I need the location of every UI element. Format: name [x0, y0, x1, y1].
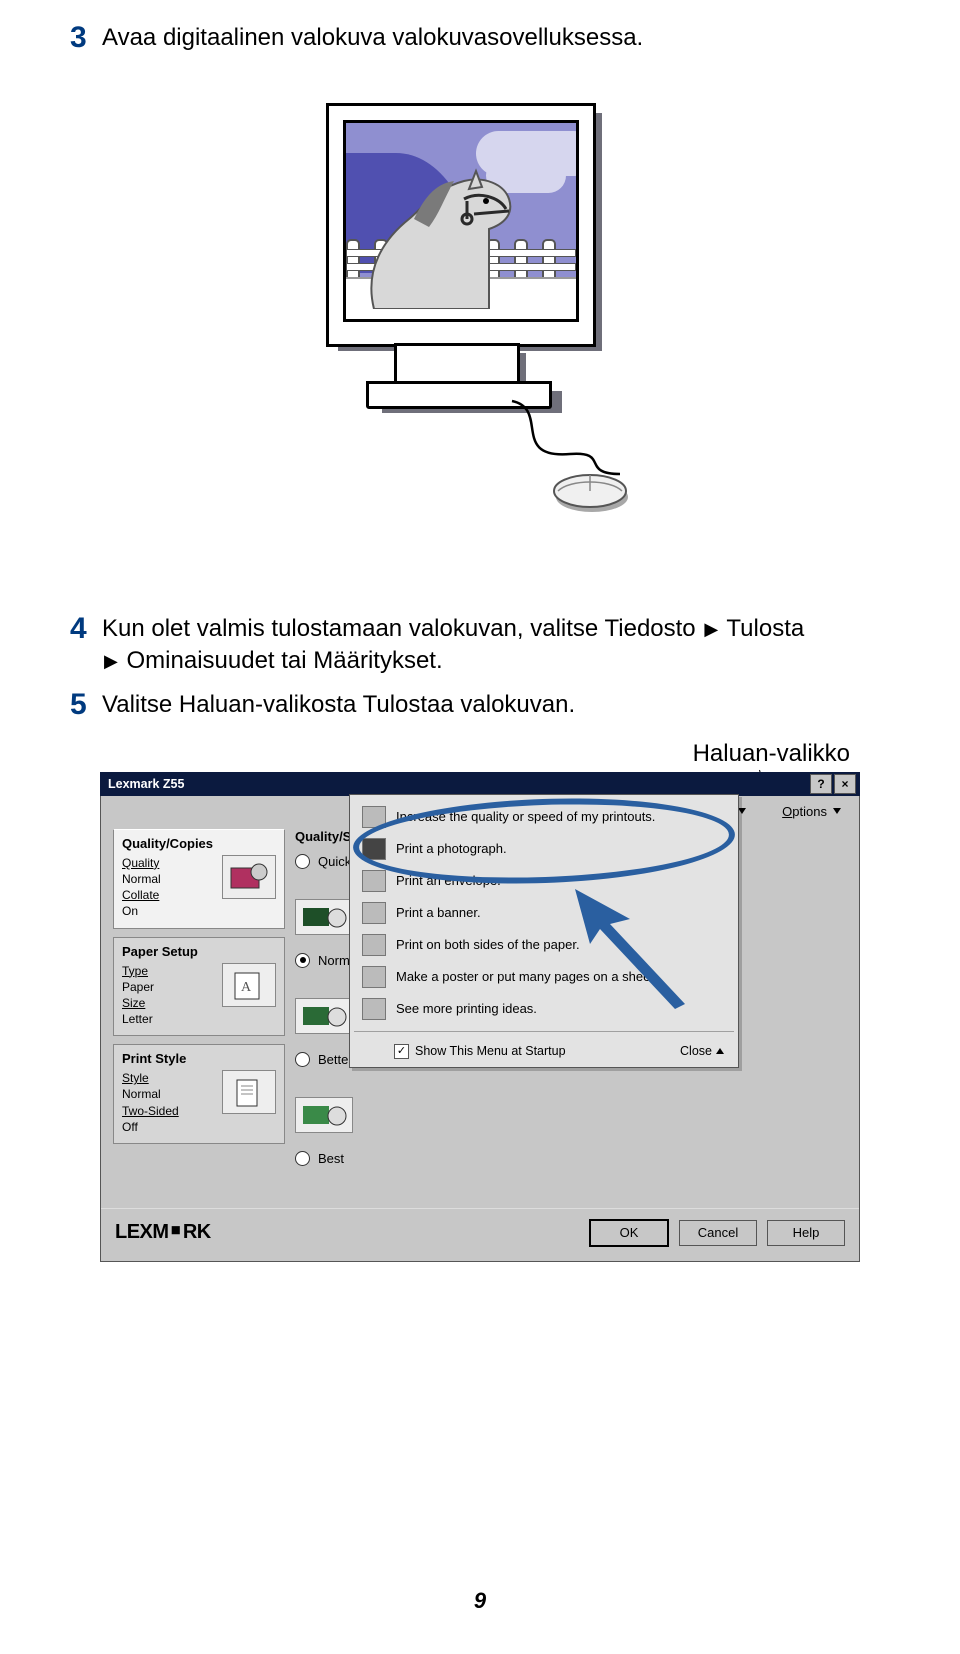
popup-item-poster[interactable]: Make a poster or put many pages on a she… — [354, 961, 734, 993]
horse-image-icon — [354, 159, 534, 309]
popup-separator — [354, 1031, 734, 1032]
radio-icon — [295, 854, 310, 869]
svg-text:A: A — [241, 980, 252, 995]
i-want-to-popup: Increase the quality or speed of my prin… — [349, 794, 739, 1068]
popup-item-photograph[interactable]: Print a photograph. — [354, 833, 734, 865]
page-number: 9 — [0, 1588, 960, 1614]
ok-button[interactable]: OK — [589, 1219, 669, 1247]
popup-item-label: Print a banner. — [396, 905, 481, 920]
step-3: 3 Avaa digitaalinen valokuva valokuvasov… — [70, 18, 890, 59]
speed-thumb-1-icon — [295, 899, 353, 935]
speed-thumb-2-icon — [295, 998, 353, 1034]
popup-item-label: See more printing ideas. — [396, 1001, 537, 1016]
monitor-icon — [326, 103, 596, 347]
popup-item-label: Increase the quality or speed of my prin… — [396, 809, 655, 824]
step-5: 5 Valitse Haluan-valikosta Tulostaa valo… — [70, 685, 890, 726]
popup-item-label: Print on both sides of the paper. — [396, 937, 580, 952]
style-thumb-icon — [222, 1070, 276, 1114]
popup-item-label: Make a poster or put many pages on a she… — [396, 969, 658, 984]
tab-paper-title: Paper Setup — [122, 944, 276, 959]
step-4: 4 Kun olet valmis tulostamaan valokuvan,… — [70, 609, 890, 678]
help-titlebar-button[interactable]: ? — [810, 774, 832, 794]
collate-field-value: On — [122, 903, 161, 919]
popup-show-label: Show This Menu at Startup — [415, 1044, 566, 1058]
help-button[interactable]: Help — [767, 1220, 845, 1246]
radio-best[interactable]: Best — [295, 1151, 344, 1166]
popup-close-button[interactable]: Close — [680, 1044, 724, 1058]
step-5-number: 5 — [70, 685, 92, 726]
step-4-text-a: Kun olet valmis tulostamaan valokuvan, v… — [102, 615, 696, 642]
lexmark-logo: LEXM◆RK — [115, 1221, 211, 1244]
close-titlebar-button[interactable]: × — [834, 774, 856, 794]
multiple-copies-column: Multiple Collate Copies: Print Color Ima… — [505, 829, 665, 1196]
collate-field-label: Collate — [122, 887, 161, 903]
step-4-text: Kun olet valmis tulostamaan valokuvan, v… — [102, 609, 804, 678]
triangle-right-icon: ▶ — [104, 649, 118, 673]
dialog-footer: LEXM◆RK OK Cancel Help — [101, 1208, 859, 1261]
cancel-button[interactable]: Cancel — [679, 1220, 757, 1246]
radio-icon — [295, 1151, 310, 1166]
tab-print-style[interactable]: Print Style Style Normal Two-Sided Off — [113, 1044, 285, 1144]
paper-size-value: Letter — [122, 1011, 154, 1027]
paper-type-value: Paper — [122, 979, 154, 995]
step-5-text: Valitse Haluan-valikosta Tulostaa valoku… — [102, 685, 575, 721]
radio-best-label: Best — [318, 1151, 344, 1166]
mouse-cord-icon — [510, 399, 630, 479]
popup-show-at-startup[interactable]: Show This Menu at Startup — [364, 1044, 566, 1059]
popup-item-envelope[interactable]: Print an envelope. — [354, 865, 734, 897]
tab-quality-copies[interactable]: Quality/Copies Quality Normal Collate On — [113, 829, 285, 929]
style-field-label: Style — [122, 1070, 179, 1086]
speed-thumb-3-icon — [295, 1097, 353, 1133]
tab-paper-setup[interactable]: Paper Setup Type Paper Size Letter A — [113, 937, 285, 1037]
quality-field-label: Quality — [122, 855, 161, 871]
step-3-text: Avaa digitaalinen valokuva valokuvasovel… — [102, 18, 643, 54]
popup-item-both-sides[interactable]: Print on both sides of the paper. — [354, 929, 734, 961]
paper-type-label: Type — [122, 963, 154, 979]
chevron-down-icon — [833, 808, 841, 814]
popup-icon — [362, 934, 386, 956]
step-4-text-c: Ominaisuudet tai Määritykset. — [127, 647, 443, 674]
popup-icon — [362, 902, 386, 924]
popup-item-label: Print a photograph. — [396, 841, 507, 856]
popup-icon — [362, 966, 386, 988]
dialog-titlebar[interactable]: Lexmark Z55 ? × — [100, 772, 860, 796]
style-field-value: Normal — [122, 1086, 179, 1102]
radio-better[interactable]: Better — [295, 1052, 353, 1067]
chevron-down-icon — [738, 808, 746, 814]
triangle-right-icon: ▶ — [704, 617, 718, 641]
computer-illustration — [70, 99, 890, 539]
paper-thumb-icon: A — [222, 963, 276, 1007]
paper-size-label: Size — [122, 995, 154, 1011]
radio-icon — [295, 1052, 310, 1067]
popup-icon — [362, 998, 386, 1020]
tab-quality-title: Quality/Copies — [122, 836, 276, 851]
mouse-icon — [550, 469, 630, 513]
checkbox-checked-icon — [394, 1044, 409, 1059]
step-4-text-b: Tulosta — [726, 615, 804, 642]
callout-label: Haluan-valikko — [70, 740, 890, 768]
popup-icon — [362, 838, 386, 860]
step-4-number: 4 — [70, 609, 92, 650]
twosided-field-value: Off — [122, 1119, 179, 1135]
dialog-title: Lexmark Z55 — [108, 777, 184, 791]
twosided-field-label: Two-Sided — [122, 1103, 179, 1119]
quality-field-value: Normal — [122, 871, 161, 887]
popup-item-label: Print an envelope. — [396, 873, 501, 888]
radio-better-label: Better — [318, 1052, 353, 1067]
popup-item-more-ideas[interactable]: See more printing ideas. — [354, 993, 734, 1025]
step-3-number: 3 — [70, 18, 92, 59]
popup-item-quality[interactable]: Increase the quality or speed of my prin… — [354, 801, 734, 833]
chevron-up-icon — [716, 1048, 724, 1054]
radio-icon — [295, 953, 310, 968]
print-dialog: Lexmark Z55 ? × SSave Settingsave Settin… — [100, 772, 860, 1262]
tab-style-title: Print Style — [122, 1051, 276, 1066]
popup-icon — [362, 806, 386, 828]
popup-item-banner[interactable]: Print a banner. — [354, 897, 734, 929]
menu-options[interactable]: Options — [782, 804, 841, 819]
popup-icon — [362, 870, 386, 892]
left-tab-column: Quality/Copies Quality Normal Collate On — [113, 829, 285, 1196]
quality-thumb-icon — [222, 855, 276, 899]
